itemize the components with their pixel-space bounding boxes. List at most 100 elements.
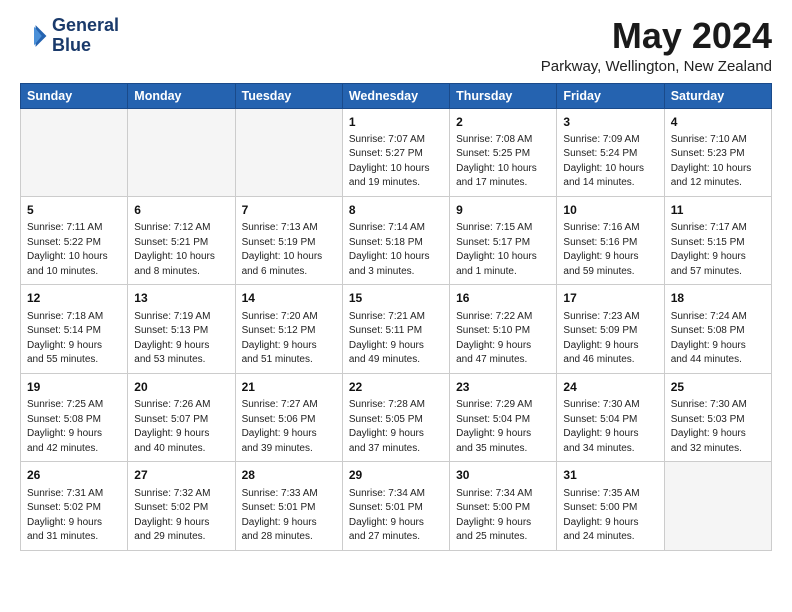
calendar-cell: 17 Sunrise: 7:23 AMSunset: 5:09 PMDayligh…: [557, 285, 664, 373]
calendar-week-2: 12 Sunrise: 7:18 AMSunset: 5:14 PMDayligh…: [21, 285, 772, 373]
calendar-cell: 24Sunrise: 7:30 AMSunset: 5:04 PMDayligh…: [557, 373, 664, 461]
calendar-cell: [664, 462, 771, 550]
day-number: 27: [134, 467, 228, 484]
day-number: 4: [671, 114, 765, 131]
calendar-cell: 14 Sunrise: 7:20 AMSunset: 5:12 PMDayligh…: [235, 285, 342, 373]
calendar-cell: 16Sunrise: 7:22 AMSunset: 5:10 PMDayligh…: [450, 285, 557, 373]
calendar-cell: 20Sunrise: 7:26 AMSunset: 5:07 PMDayligh…: [128, 373, 235, 461]
day-number: 17: [563, 290, 657, 307]
calendar-cell: [21, 108, 128, 196]
day-number: 12: [27, 290, 121, 307]
calendar-cell: 2 Sunrise: 7:08 AMSunset: 5:25 PMDaylight…: [450, 108, 557, 196]
day-info: Sunrise: 7:25 AMSunset: 5:08 PMDaylight:…: [27, 398, 121, 456]
day-info: Sunrise: 7:19 AMSunset: 5:13 PMDaylight:…: [134, 310, 228, 368]
calendar-cell: 29 Sunrise: 7:34 AMSunset: 5:01 PMDayligh…: [342, 462, 449, 550]
day-info: Sunrise: 7:24 AMSunset: 5:08 PMDaylight:…: [671, 310, 765, 368]
day-number: 24: [563, 379, 657, 396]
day-info: Sunrise: 7:34 AMSunset: 5:00 PMDaylight:…: [456, 487, 550, 545]
day-number: 7: [242, 202, 336, 219]
day-number: 10: [563, 202, 657, 219]
calendar-cell: 6 Sunrise: 7:12 AMSunset: 5:21 PMDaylight…: [128, 196, 235, 284]
calendar-cell: 11Sunrise: 7:17 AMSunset: 5:15 PMDayligh…: [664, 196, 771, 284]
calendar-cell: 25 Sunrise: 7:30 AMSunset: 5:03 PMDayligh…: [664, 373, 771, 461]
day-number: 15: [349, 290, 443, 307]
day-info: Sunrise: 7:31 AMSunset: 5:02 PMDaylight:…: [27, 487, 121, 545]
day-number: 29: [349, 467, 443, 484]
calendar-week-3: 19Sunrise: 7:25 AMSunset: 5:08 PMDayligh…: [21, 373, 772, 461]
day-info: Sunrise: 7:30 AMSunset: 5:03 PMDaylight:…: [671, 398, 765, 456]
day-number: 28: [242, 467, 336, 484]
day-info: Sunrise: 7:11 AMSunset: 5:22 PMDaylight:…: [27, 221, 121, 279]
page: General Blue May 2024 Parkway, Wellingto…: [0, 0, 792, 567]
day-number: 13: [134, 290, 228, 307]
calendar-cell: 10Sunrise: 7:16 AMSunset: 5:16 PMDayligh…: [557, 196, 664, 284]
col-sunday: Sunday: [21, 83, 128, 108]
calendar-week-4: 26 Sunrise: 7:31 AMSunset: 5:02 PMDayligh…: [21, 462, 772, 550]
col-wednesday: Wednesday: [342, 83, 449, 108]
col-thursday: Thursday: [450, 83, 557, 108]
calendar-header-row: Sunday Monday Tuesday Wednesday Thursday…: [21, 83, 772, 108]
logo-text: General Blue: [52, 16, 119, 56]
day-info: Sunrise: 7:12 AMSunset: 5:21 PMDaylight:…: [134, 221, 228, 279]
day-info: Sunrise: 7:10 AMSunset: 5:23 PMDaylight:…: [671, 133, 765, 191]
day-number: 25: [671, 379, 765, 396]
day-info: Sunrise: 7:15 AMSunset: 5:17 PMDaylight:…: [456, 221, 550, 279]
logo-line1: General: [52, 16, 119, 36]
day-info: Sunrise: 7:20 AMSunset: 5:12 PMDaylight:…: [242, 310, 336, 368]
calendar-cell: 12 Sunrise: 7:18 AMSunset: 5:14 PMDayligh…: [21, 285, 128, 373]
day-info: Sunrise: 7:29 AMSunset: 5:04 PMDaylight:…: [456, 398, 550, 456]
day-number: 18: [671, 290, 765, 307]
calendar-cell: 28Sunrise: 7:33 AMSunset: 5:01 PMDayligh…: [235, 462, 342, 550]
day-number: 26: [27, 467, 121, 484]
day-info: Sunrise: 7:23 AMSunset: 5:09 PMDaylight:…: [563, 310, 657, 368]
calendar-week-1: 5Sunrise: 7:11 AMSunset: 5:22 PMDaylight…: [21, 196, 772, 284]
day-number: 2: [456, 114, 550, 131]
day-number: 31: [563, 467, 657, 484]
day-info: Sunrise: 7:21 AMSunset: 5:11 PMDaylight:…: [349, 310, 443, 368]
calendar-cell: [235, 108, 342, 196]
logo: General Blue: [20, 16, 119, 56]
calendar-cell: 8 Sunrise: 7:14 AMSunset: 5:18 PMDaylight…: [342, 196, 449, 284]
col-friday: Friday: [557, 83, 664, 108]
day-info: Sunrise: 7:07 AMSunset: 5:27 PMDaylight:…: [349, 133, 443, 191]
calendar-cell: 21 Sunrise: 7:27 AMSunset: 5:06 PMDayligh…: [235, 373, 342, 461]
day-number: 14: [242, 290, 336, 307]
calendar-cell: [128, 108, 235, 196]
day-info: Sunrise: 7:13 AMSunset: 5:19 PMDaylight:…: [242, 221, 336, 279]
day-number: 22: [349, 379, 443, 396]
day-info: Sunrise: 7:26 AMSunset: 5:07 PMDaylight:…: [134, 398, 228, 456]
day-info: Sunrise: 7:08 AMSunset: 5:25 PMDaylight:…: [456, 133, 550, 191]
header: General Blue May 2024 Parkway, Wellingto…: [20, 16, 772, 75]
calendar-cell: 4 Sunrise: 7:10 AMSunset: 5:23 PMDaylight…: [664, 108, 771, 196]
day-info: Sunrise: 7:32 AMSunset: 5:02 PMDaylight:…: [134, 487, 228, 545]
calendar-cell: 19Sunrise: 7:25 AMSunset: 5:08 PMDayligh…: [21, 373, 128, 461]
day-number: 30: [456, 467, 550, 484]
day-number: 9: [456, 202, 550, 219]
calendar-cell: 9 Sunrise: 7:15 AMSunset: 5:17 PMDaylight…: [450, 196, 557, 284]
col-tuesday: Tuesday: [235, 83, 342, 108]
day-info: Sunrise: 7:14 AMSunset: 5:18 PMDaylight:…: [349, 221, 443, 279]
day-info: Sunrise: 7:34 AMSunset: 5:01 PMDaylight:…: [349, 487, 443, 545]
calendar-cell: 5Sunrise: 7:11 AMSunset: 5:22 PMDaylight…: [21, 196, 128, 284]
logo-icon: [20, 22, 48, 50]
calendar-cell: 30 Sunrise: 7:34 AMSunset: 5:00 PMDayligh…: [450, 462, 557, 550]
day-info: Sunrise: 7:18 AMSunset: 5:14 PMDaylight:…: [27, 310, 121, 368]
calendar-cell: 23Sunrise: 7:29 AMSunset: 5:04 PMDayligh…: [450, 373, 557, 461]
day-number: 8: [349, 202, 443, 219]
month-title: May 2024: [541, 16, 772, 56]
day-info: Sunrise: 7:17 AMSunset: 5:15 PMDaylight:…: [671, 221, 765, 279]
calendar-body: 1Sunrise: 7:07 AMSunset: 5:27 PMDaylight…: [21, 108, 772, 550]
calendar-cell: 31 Sunrise: 7:35 AMSunset: 5:00 PMDayligh…: [557, 462, 664, 550]
day-number: 6: [134, 202, 228, 219]
calendar-cell: 22Sunrise: 7:28 AMSunset: 5:05 PMDayligh…: [342, 373, 449, 461]
calendar-cell: 27 Sunrise: 7:32 AMSunset: 5:02 PMDayligh…: [128, 462, 235, 550]
day-info: Sunrise: 7:09 AMSunset: 5:24 PMDaylight:…: [563, 133, 657, 191]
day-number: 21: [242, 379, 336, 396]
title-block: May 2024 Parkway, Wellington, New Zealan…: [541, 16, 772, 75]
calendar: Sunday Monday Tuesday Wednesday Thursday…: [20, 83, 772, 551]
col-monday: Monday: [128, 83, 235, 108]
col-saturday: Saturday: [664, 83, 771, 108]
calendar-cell: 13 Sunrise: 7:19 AMSunset: 5:13 PMDayligh…: [128, 285, 235, 373]
day-info: Sunrise: 7:27 AMSunset: 5:06 PMDaylight:…: [242, 398, 336, 456]
day-info: Sunrise: 7:35 AMSunset: 5:00 PMDaylight:…: [563, 487, 657, 545]
